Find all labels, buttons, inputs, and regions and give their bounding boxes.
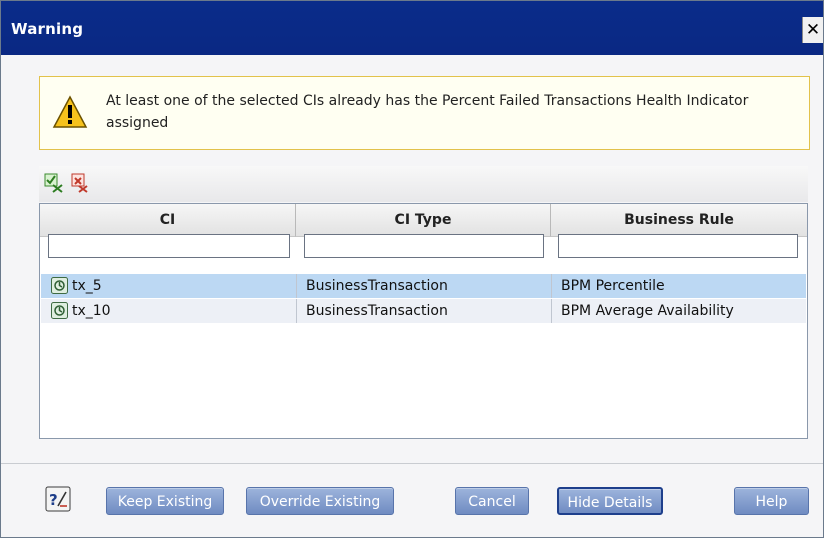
business-transaction-icon [51,302,68,319]
cancel-button[interactable]: Cancel [455,487,529,515]
keep-existing-button[interactable]: Keep Existing [106,487,224,515]
svg-text:?: ? [49,491,58,509]
title-bar[interactable]: Warning ✕ [1,1,823,55]
cell-ci: tx_5 [72,278,102,294]
override-existing-button[interactable]: Override Existing [246,487,394,515]
column-divider [296,299,297,323]
column-header-business-rule[interactable]: Business Rule [551,204,807,237]
column-header-ci[interactable]: CI [40,204,296,237]
filter-input-business-rule[interactable] [558,234,798,258]
cell-business-rule: BPM Percentile [561,278,665,294]
table-toolbar [39,166,808,202]
table-row[interactable]: tx_10 BusinessTransaction BPM Average Av… [41,299,806,323]
select-all-icon[interactable] [43,172,65,194]
warning-message-text: At least one of the selected CIs already… [106,93,749,131]
filter-input-ci-type[interactable] [304,234,544,258]
cell-ci-type: BusinessTransaction [306,278,448,294]
help-button[interactable]: Help [734,487,809,515]
warning-triangle-icon [52,95,88,128]
filter-input-ci[interactable] [48,234,290,258]
table-row[interactable]: tx_5 BusinessTransaction BPM Percentile [41,274,806,298]
warning-message-box: At least one of the selected CIs already… [39,76,810,150]
ci-table: CI CI Type Business Rule tx_5 BusinessTr… [39,203,808,439]
cell-ci: tx_10 [72,303,111,319]
clear-selection-icon[interactable] [69,172,91,194]
column-divider [551,274,552,298]
column-divider [551,299,552,323]
column-header-ci-type[interactable]: CI Type [296,204,551,237]
cell-ci-type: BusinessTransaction [306,303,448,319]
footer-divider [1,463,823,464]
business-transaction-icon [51,277,68,294]
warning-dialog: Warning ✕ At least one of the selected C… [0,0,824,538]
close-icon: ✕ [805,20,821,40]
cell-business-rule: BPM Average Availability [561,303,734,319]
column-divider [296,274,297,298]
close-button[interactable]: ✕ [802,17,823,43]
hide-details-button[interactable]: Hide Details [557,487,663,515]
dialog-title: Warning [11,20,84,38]
context-help-icon[interactable]: ? [45,486,71,512]
